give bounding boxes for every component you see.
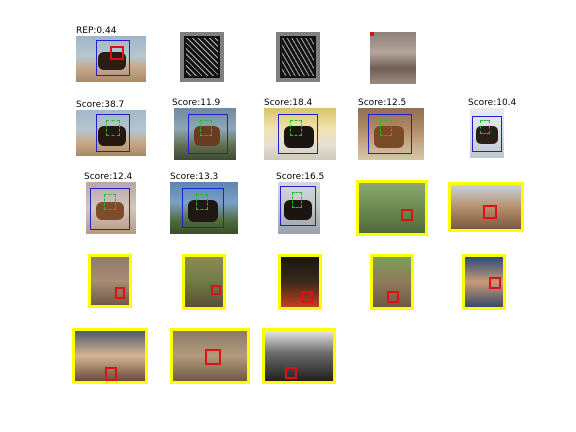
part-box	[110, 46, 124, 60]
part-box	[211, 285, 221, 295]
score-label: Score:38.7	[76, 100, 125, 110]
score-cell-6: Score:12.4	[84, 172, 144, 238]
thumbnail	[358, 108, 424, 160]
hog-glyph-left	[180, 32, 224, 82]
thumbnail	[170, 182, 238, 234]
negative-example	[170, 328, 250, 384]
part-box	[205, 349, 221, 365]
part-box-green	[290, 120, 302, 136]
score-label: Score:18.4	[264, 98, 313, 108]
score-cell-2: Score:11.9	[172, 98, 242, 164]
negative-example	[356, 180, 428, 236]
score-cell-1: Score:38.7	[76, 100, 148, 158]
part-box-green	[480, 120, 490, 134]
score-label: Score:10.4	[468, 98, 517, 108]
part-box	[401, 209, 413, 221]
mean-image	[370, 32, 416, 84]
score-label: Score:11.9	[172, 98, 221, 108]
score-label: Score:13.3	[170, 172, 219, 182]
part-box-green	[200, 120, 212, 136]
hog-glyph-right	[276, 32, 320, 82]
rep-thumbnail	[76, 36, 146, 82]
part-box-green	[380, 120, 392, 136]
part-box-green	[104, 194, 116, 210]
thumbnail	[76, 110, 146, 156]
part-box	[387, 291, 399, 303]
negative-example	[462, 254, 506, 310]
score-label: Score:16.5	[276, 172, 325, 182]
thumbnail	[278, 182, 320, 234]
hog-glyph-icon	[282, 38, 314, 76]
negative-example	[262, 328, 336, 384]
score-cell-4: Score:12.5	[358, 98, 428, 162]
score-cell-7: Score:13.3	[170, 172, 242, 238]
score-label: Score:12.5	[358, 98, 407, 108]
thumbnail	[264, 108, 336, 160]
negative-example	[88, 254, 132, 308]
score-cell-5: Score:10.4	[468, 98, 528, 164]
score-cell-3: Score:18.4	[264, 98, 338, 162]
negative-example	[278, 254, 322, 310]
part-box	[489, 277, 501, 289]
part-box-green	[106, 120, 120, 136]
negative-example	[72, 328, 148, 384]
hog-glyph-icon	[186, 38, 218, 76]
part-box	[115, 287, 125, 299]
part-box	[285, 367, 297, 379]
part-box-green	[196, 194, 208, 210]
rep-cell: REP:0.44	[76, 26, 148, 84]
thumbnail	[470, 108, 504, 158]
part-box	[301, 291, 313, 303]
rep-label: REP:0.44	[76, 26, 117, 36]
part-box	[105, 367, 117, 381]
negative-example	[448, 182, 524, 232]
score-label: Score:12.4	[84, 172, 133, 182]
score-cell-8: Score:16.5	[276, 172, 336, 238]
negative-example	[370, 254, 414, 310]
negative-example	[182, 254, 226, 310]
thumbnail	[86, 182, 136, 234]
thumbnail	[174, 108, 236, 160]
part-box	[483, 205, 497, 219]
average-image-icon	[370, 32, 374, 36]
part-box-green	[292, 192, 302, 208]
